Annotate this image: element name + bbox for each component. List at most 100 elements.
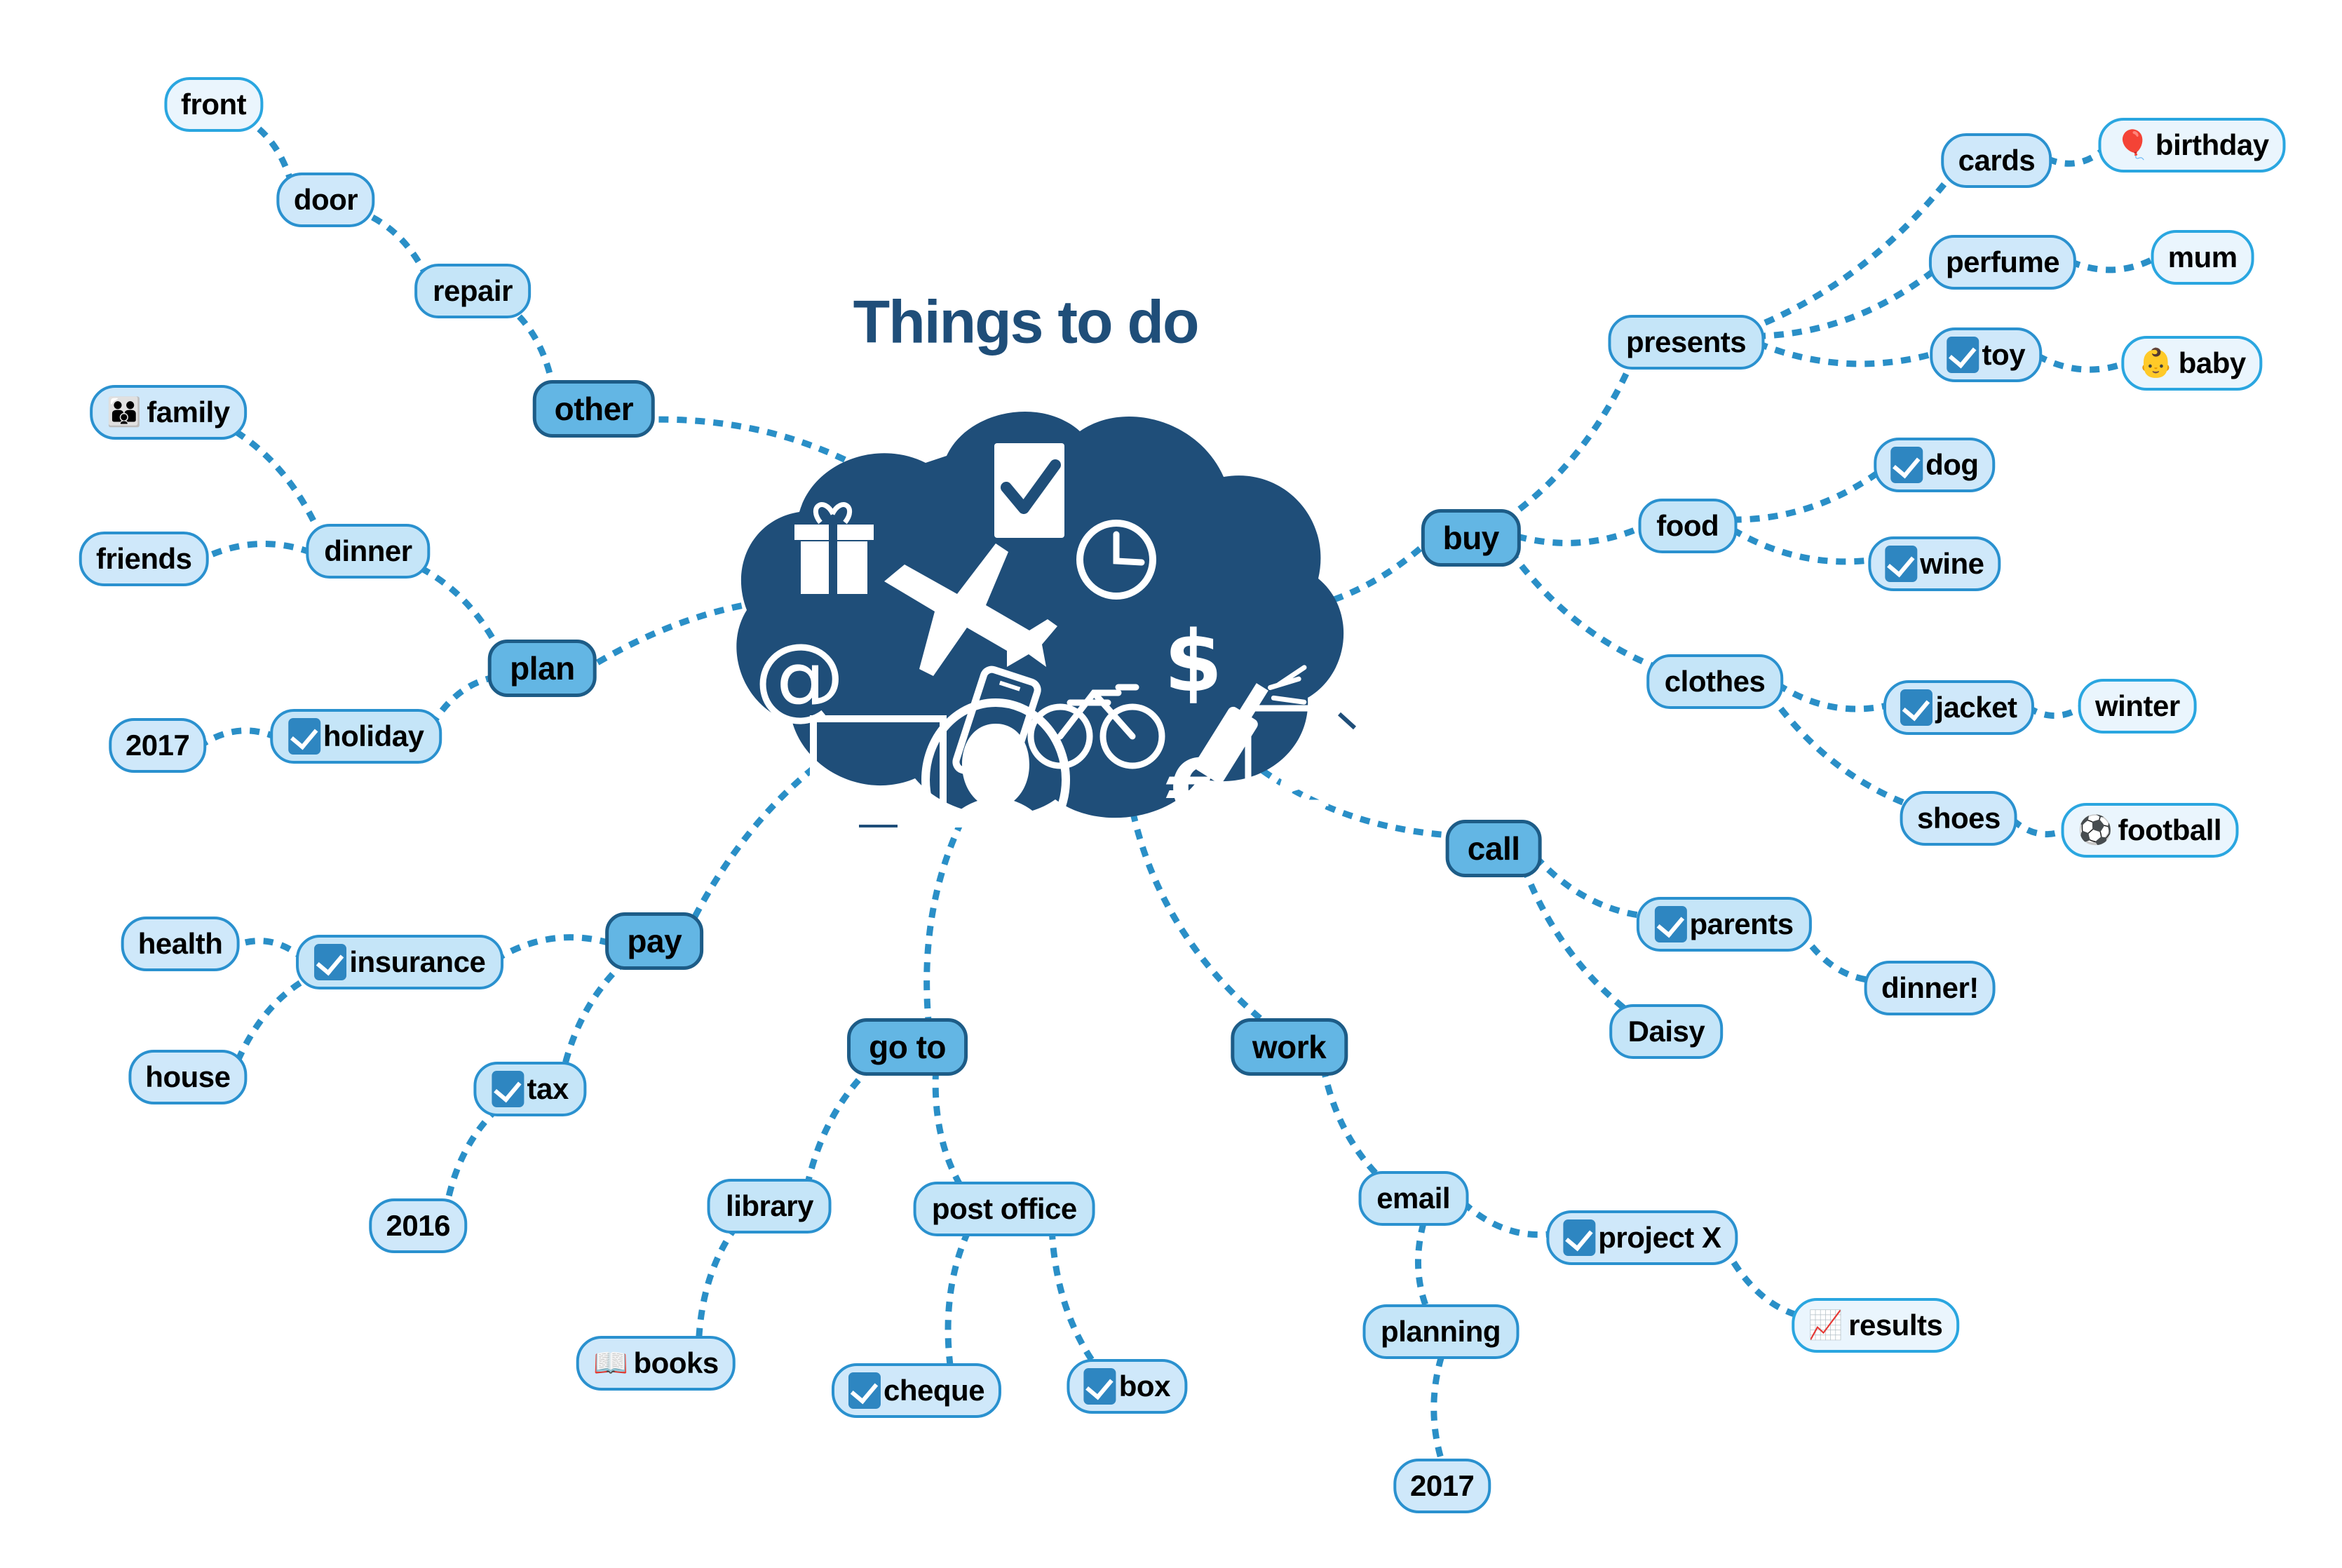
checkbox-checked-icon[interactable]	[1563, 1219, 1596, 1257]
mindmap-node-cheque[interactable]: cheque	[832, 1363, 1002, 1419]
checkbox-checked-icon[interactable]	[1654, 905, 1687, 942]
node-label: tax	[527, 1072, 569, 1106]
mindmap-node-friends[interactable]: friends	[79, 532, 209, 587]
mindmap-node-tax2016[interactable]: 2016	[369, 1198, 467, 1253]
mindmap-node-postoffice[interactable]: post office	[913, 1181, 1095, 1236]
checkbox-checked-icon[interactable]	[287, 717, 320, 755]
connector-goto-to-postoffice	[932, 1069, 965, 1189]
checkbox-checked-icon[interactable]	[1885, 545, 1918, 582]
node-label: front	[181, 88, 247, 121]
mindmap-node-food[interactable]: food	[1638, 498, 1738, 553]
mindmap-node-football[interactable]: ⚽ football	[2061, 802, 2239, 858]
mindmap-node-buy[interactable]: buy	[1421, 508, 1521, 567]
mindmap-node-holiday2017[interactable]: 2017	[108, 717, 207, 773]
mindmap-node-daisy[interactable]: Daisy	[1609, 1004, 1724, 1060]
mindmap-node-wine[interactable]: wine	[1868, 536, 2001, 591]
mindmap-node-presents[interactable]: presents	[1607, 315, 1765, 370]
mindmap-node-family[interactable]: 👪 family	[89, 384, 247, 440]
connector-work-to-email	[1320, 1067, 1384, 1182]
mindmap-node-dinnerx[interactable]: dinner!	[1864, 960, 1996, 1015]
mindmap-node-repair[interactable]: repair	[414, 263, 531, 318]
mindmap-node-planning2017[interactable]: 2017	[1393, 1459, 1491, 1514]
mindmap-node-holiday[interactable]: holiday	[269, 708, 442, 764]
checkbox-checked-icon[interactable]	[1890, 447, 1923, 484]
node-label: post office	[931, 1191, 1077, 1225]
connector-call-to-parents	[1533, 854, 1648, 920]
mindmap-node-books[interactable]: 📖 books	[576, 1336, 736, 1391]
mindmap-node-planning[interactable]: planning	[1362, 1304, 1519, 1359]
mindmap-node-tax[interactable]: tax	[473, 1062, 587, 1117]
node-label: door	[293, 183, 358, 217]
mindmap-node-birthday[interactable]: 🎈 birthday	[2098, 118, 2286, 173]
mindmap-node-winter[interactable]: winter	[2078, 678, 2197, 734]
connector-plan-to-dinner	[414, 562, 504, 655]
mindmap-node-other[interactable]: other	[532, 380, 656, 438]
node-label: cards	[1958, 144, 2036, 177]
page-title: Things to do	[853, 288, 1200, 356]
mindmap-node-door[interactable]: door	[276, 173, 375, 228]
checkbox-checked-icon[interactable]	[1947, 336, 1979, 373]
node-label: perfume	[1945, 245, 2060, 278]
node-label: plan	[510, 649, 575, 687]
mindmap-node-pay[interactable]: pay	[605, 912, 704, 970]
mindmap-node-cards[interactable]: cards	[1941, 133, 2052, 188]
connector-jacket-to-winter	[2026, 703, 2085, 719]
mindmap-node-work[interactable]: work	[1230, 1018, 1348, 1076]
mindmap-node-email[interactable]: email	[1358, 1170, 1469, 1226]
connector-presents-to-cards	[1747, 171, 1956, 333]
mindmap-node-baby[interactable]: 👶 baby	[2121, 336, 2263, 391]
node-label: results	[1848, 1309, 1943, 1342]
checkbox-checked-icon[interactable]	[492, 1071, 524, 1108]
checkbox-checked-icon[interactable]	[848, 1372, 881, 1410]
node-label: 2017	[125, 728, 190, 762]
connector-buy-to-food	[1515, 524, 1644, 546]
mindmap-node-projectx[interactable]: project X	[1546, 1210, 1738, 1266]
mindmap-node-mum[interactable]: mum	[2151, 230, 2254, 285]
mindmap-node-results[interactable]: 📈 results	[1791, 1298, 1960, 1353]
mindmap-node-clothes[interactable]: clothes	[1646, 654, 1784, 710]
mindmap-node-front[interactable]: front	[164, 77, 264, 133]
connector-goto-to-library	[804, 1065, 874, 1188]
mindmap-node-health[interactable]: health	[121, 916, 240, 971]
mindmap-node-shoes[interactable]: shoes	[1900, 790, 2017, 846]
connector-door-to-front	[246, 118, 295, 185]
svg-text:@: @	[754, 623, 845, 730]
central-cloud-illustration: @ $ €	[736, 411, 1357, 827]
mindmap-node-dinner[interactable]: dinner	[306, 524, 431, 579]
node-emoji-icon: 📈	[1808, 1309, 1843, 1342]
svg-text:€: €	[1165, 743, 1224, 827]
node-label: dinner!	[1881, 971, 1979, 1004]
checkbox-checked-icon[interactable]	[1083, 1367, 1116, 1405]
connector-plan-to-holiday	[427, 674, 496, 729]
mindmap-node-house[interactable]: house	[128, 1050, 248, 1105]
connector-food-to-dog	[1731, 468, 1882, 523]
connector-postoffice-to-box	[1048, 1229, 1099, 1367]
mindmap-node-box[interactable]: box	[1067, 1358, 1187, 1414]
node-label: toy	[1982, 337, 2026, 371]
node-label: call	[1467, 830, 1520, 867]
connector-buy-to-clothes	[1508, 549, 1662, 673]
mindmap-node-perfume[interactable]: perfume	[1928, 234, 2077, 290]
checkbox-checked-icon[interactable]	[314, 943, 347, 980]
mindmap-node-goto[interactable]: go to	[847, 1018, 968, 1076]
mindmap-node-dog[interactable]: dog	[1874, 438, 1996, 493]
node-label: winter	[2095, 689, 2180, 722]
mindmap-node-parents[interactable]: parents	[1636, 896, 1812, 952]
mindmap-node-toy[interactable]: toy	[1930, 327, 2043, 382]
mindmap-node-library[interactable]: library	[708, 1178, 832, 1234]
mindmap-node-insurance[interactable]: insurance	[296, 934, 504, 989]
connector-pay-to-insurance	[493, 934, 611, 963]
mindmap-node-jacket[interactable]: jacket	[1883, 680, 2034, 735]
node-label: library	[726, 1189, 813, 1222]
node-label: family	[147, 395, 230, 428]
connector-presents-to-toy	[1756, 340, 1936, 367]
mindmap-node-plan[interactable]: plan	[488, 639, 597, 697]
node-label: clothes	[1664, 665, 1766, 698]
node-label: dog	[1925, 448, 1979, 482]
node-label: friends	[95, 542, 192, 576]
node-label: birthday	[2155, 128, 2269, 162]
node-label: health	[137, 926, 223, 960]
checkbox-checked-icon[interactable]	[1900, 689, 1933, 726]
connector-tax-to-tax2016	[443, 1106, 500, 1207]
mindmap-node-call[interactable]: call	[1445, 819, 1542, 877]
